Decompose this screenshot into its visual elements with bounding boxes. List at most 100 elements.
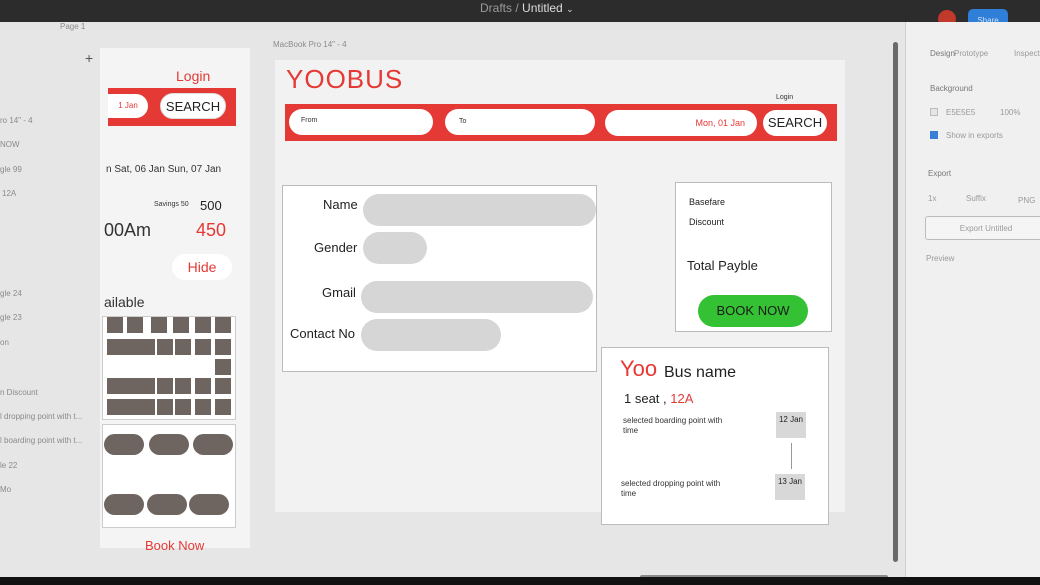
seat[interactable] — [175, 378, 191, 394]
search-button[interactable]: SEARCH — [763, 110, 827, 136]
login-link[interactable]: Login — [176, 68, 210, 84]
option-pill[interactable] — [104, 494, 144, 515]
seat[interactable] — [215, 359, 231, 375]
departure-time: 00Am — [104, 220, 152, 240]
layer-item[interactable]: on — [0, 338, 9, 347]
breadcrumb: Drafts / Untitled ⌄ — [480, 1, 574, 15]
seat[interactable] — [195, 317, 211, 333]
seat[interactable] — [195, 378, 211, 394]
background-heading: Background — [930, 84, 973, 93]
seat[interactable] — [195, 399, 211, 415]
seat[interactable] — [215, 399, 231, 415]
background-opacity-input[interactable]: 100% — [1000, 108, 1020, 117]
frame-label[interactable]: MacBook Pro 14" - 4 — [273, 40, 347, 49]
frame-left: Login 1 Jan SEARCH n Sat, 06 Jan Sun, 07… — [100, 48, 250, 553]
tab-design[interactable]: Design — [930, 49, 955, 58]
frame-main: YOOBUS Login From To Mon, 01 Jan SEARCH … — [275, 60, 845, 525]
book-now-link[interactable]: Book Now — [145, 538, 204, 553]
discount-label: Discount — [689, 217, 725, 227]
contact-field[interactable] — [361, 319, 501, 351]
background-hex-input[interactable]: E5E5E5 — [946, 108, 975, 117]
breadcrumb-drafts[interactable]: Drafts — [480, 1, 512, 15]
option-pill[interactable] — [149, 434, 189, 455]
seat[interactable] — [195, 339, 211, 355]
preview-toggle[interactable]: Preview — [926, 254, 954, 263]
date-field[interactable]: 1 Jan — [108, 94, 148, 118]
design-canvas[interactable]: Page 1 ro 14" - 4 NOW gle 99 12A gle 24 … — [0, 22, 905, 579]
hide-button[interactable]: Hide — [172, 254, 232, 280]
seat[interactable] — [139, 339, 155, 355]
layer-item[interactable]: l boarding point with t... — [0, 436, 82, 445]
export-suffix-input[interactable]: Suffix — [966, 194, 986, 203]
layer-item[interactable]: 12A — [2, 189, 16, 198]
seat[interactable] — [127, 317, 143, 333]
vertical-scrollbar[interactable] — [893, 42, 898, 562]
login-link[interactable]: Login — [776, 94, 793, 101]
seat[interactable] — [107, 339, 123, 355]
export-format-select[interactable]: PNG — [1018, 196, 1035, 205]
search-button[interactable]: SEARCH — [160, 93, 226, 119]
seat[interactable] — [157, 339, 173, 355]
seat[interactable] — [139, 399, 155, 415]
export-heading: Export — [928, 169, 952, 178]
show-in-exports-label: Show in exports — [946, 131, 1003, 140]
option-pill[interactable] — [147, 494, 187, 515]
layer-item[interactable]: Mo — [0, 485, 11, 494]
gender-field[interactable] — [363, 232, 427, 264]
bus-details-card: Yoo Bus name 1 seat , 12A selected board… — [601, 347, 829, 525]
layer-item[interactable]: n Discount — [0, 388, 38, 397]
layer-item[interactable]: le 22 — [0, 461, 17, 470]
layer-item[interactable]: gle 24 — [0, 289, 22, 298]
add-icon[interactable]: + — [85, 50, 93, 66]
layer-item[interactable]: gle 99 — [0, 165, 22, 174]
seat[interactable] — [123, 378, 139, 394]
seat[interactable] — [123, 399, 139, 415]
option-pill[interactable] — [104, 434, 144, 455]
boarding-date: 12 Jan — [776, 412, 806, 438]
layer-item[interactable]: NOW — [0, 140, 20, 149]
brand-logo: YOOBUS — [286, 64, 404, 94]
seat[interactable] — [151, 317, 167, 333]
total-payable-label: Total Payble — [687, 258, 758, 273]
boarding-point-text: selected boarding point with time — [623, 416, 723, 435]
seat[interactable] — [107, 378, 123, 394]
layer-item[interactable]: ro 14" - 4 — [0, 116, 33, 125]
seat[interactable] — [215, 339, 231, 355]
name-field[interactable] — [363, 194, 596, 226]
seat[interactable] — [107, 317, 123, 333]
seat[interactable] — [123, 339, 139, 355]
to-field[interactable]: To — [445, 109, 595, 135]
layer-item[interactable]: gle 23 — [0, 313, 22, 322]
layer-item[interactable]: l dropping point with t... — [0, 412, 82, 421]
book-now-button[interactable]: BOOK NOW — [698, 295, 808, 327]
tab-prototype[interactable]: Prototype — [954, 49, 988, 58]
show-in-exports-checkbox[interactable] — [930, 131, 938, 139]
seat[interactable] — [139, 378, 155, 394]
file-name[interactable]: Untitled — [522, 1, 563, 15]
search-bar: From To Mon, 01 Jan SEARCH — [285, 104, 837, 141]
date-strip[interactable]: n Sat, 06 Jan Sun, 07 Jan — [106, 164, 221, 175]
date-field[interactable]: Mon, 01 Jan — [605, 110, 757, 136]
chevron-down-icon[interactable]: ⌄ — [566, 4, 574, 14]
option-pill[interactable] — [193, 434, 233, 455]
seat[interactable] — [157, 378, 173, 394]
seat[interactable] — [157, 399, 173, 415]
color-swatch[interactable] — [930, 108, 938, 116]
tab-inspect[interactable]: Inspect — [1014, 49, 1040, 58]
seat[interactable] — [107, 399, 123, 415]
export-scale-select[interactable]: 1x — [928, 194, 936, 203]
page-label[interactable]: Page 1 — [60, 22, 85, 31]
fare-summary: Basefare Discount Total Payble BOOK NOW — [675, 182, 832, 332]
seat[interactable] — [215, 317, 231, 333]
search-bar: 1 Jan SEARCH — [108, 88, 236, 126]
seat[interactable] — [215, 378, 231, 394]
seat[interactable] — [175, 339, 191, 355]
basefare-label: Basefare — [689, 197, 726, 207]
gmail-field[interactable] — [361, 281, 593, 313]
seat[interactable] — [175, 399, 191, 415]
export-button[interactable]: Export Untitled — [925, 216, 1040, 240]
option-pill[interactable] — [189, 494, 229, 515]
seat[interactable] — [173, 317, 189, 333]
dropping-date: 13 Jan — [775, 474, 805, 500]
from-field[interactable]: From — [289, 109, 433, 135]
